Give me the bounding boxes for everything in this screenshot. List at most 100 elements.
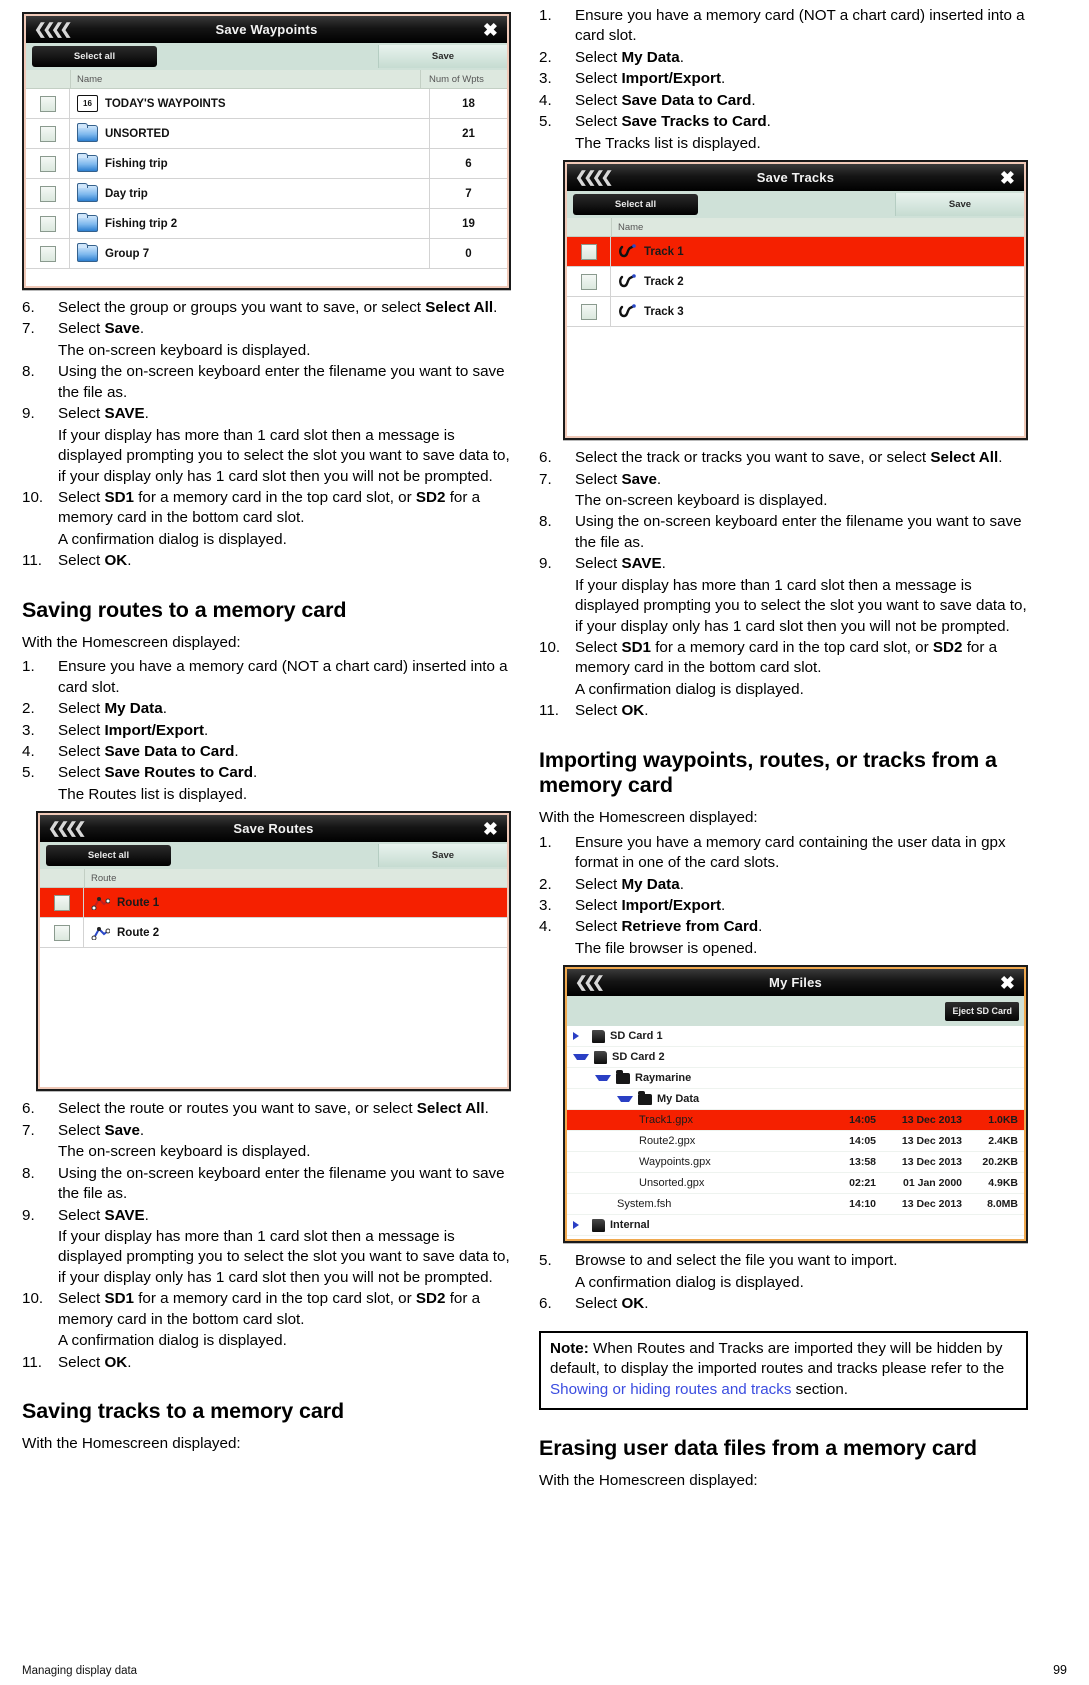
- select-all-button[interactable]: Select all: [46, 845, 171, 867]
- table-row[interactable]: Route 1: [40, 888, 507, 919]
- step-text: Select Retrieve from Card.: [575, 918, 763, 936]
- tree-row[interactable]: Track1.gpx 14:05 13 Dec 2013 1.0KB: [567, 1110, 1024, 1132]
- save-button[interactable]: Save: [895, 193, 1024, 217]
- table-row[interactable]: UNSORTED 21: [26, 119, 507, 149]
- row-checkbox-cell[interactable]: [40, 888, 84, 918]
- track-name: Track 2: [644, 275, 684, 288]
- step-number: 1.: [539, 833, 552, 851]
- chevron-right-icon[interactable]: [573, 1032, 587, 1041]
- step-number: 6.: [539, 449, 552, 467]
- file-size: 20.2KB: [982, 1156, 1018, 1169]
- left-column: ❮❮❮❮ Save Waypoints ✖ Select all Save Na…: [22, 6, 511, 1459]
- step-10-note: A confirmation dialog is displayed.: [575, 680, 804, 698]
- table-row[interactable]: Day trip 7: [26, 179, 507, 209]
- checkbox-icon[interactable]: [39, 245, 56, 262]
- note-cross-reference-link[interactable]: Showing or hiding routes and tracks: [550, 1381, 791, 1398]
- tree-row[interactable]: Waypoints.gpx 13:58 13 Dec 2013 20.2KB: [567, 1152, 1024, 1174]
- table-row[interactable]: Fishing trip 2 19: [26, 209, 507, 239]
- checkbox-icon[interactable]: [53, 924, 70, 941]
- tree-row[interactable]: Unsorted.gpx 02:21 01 Jan 2000 4.9KB: [567, 1173, 1024, 1195]
- chevron-down-icon[interactable]: [595, 1075, 611, 1082]
- table-row[interactable]: Track 1: [567, 237, 1024, 268]
- row-checkbox-cell[interactable]: [26, 119, 70, 148]
- file-time: 14:10: [849, 1198, 876, 1211]
- table-row[interactable]: Track 2: [567, 267, 1024, 298]
- step-text: Select Save.: [58, 1121, 145, 1139]
- tree-row[interactable]: SD Card 2: [567, 1047, 1024, 1069]
- table-row[interactable]: Track 3: [567, 297, 1024, 328]
- file-time: 14:05: [849, 1114, 876, 1127]
- tree-row[interactable]: Route2.gpx 14:05 13 Dec 2013 2.4KB: [567, 1131, 1024, 1153]
- save-button[interactable]: Save: [378, 45, 507, 68]
- tree-row-label: SD Card 2: [567, 1050, 665, 1064]
- track-name: Track 3: [644, 305, 684, 318]
- step-5: 5. Select Save Tracks to Card.: [539, 112, 1028, 132]
- tree-row-label: Route2.gpx: [567, 1135, 695, 1147]
- file-date: 13 Dec 2013: [901, 1156, 962, 1169]
- tree-row[interactable]: SD Card 1: [567, 1026, 1024, 1048]
- chevron-down-icon[interactable]: [573, 1054, 589, 1061]
- checkbox-icon[interactable]: [580, 273, 597, 290]
- waypoint-group-list: 16 TODAY'S WAYPOINTS 18 UNSORTED 21 Fish…: [26, 89, 507, 286]
- toolbar: Select all Save: [567, 191, 1024, 219]
- row-checkbox-cell[interactable]: [40, 918, 84, 948]
- tree-row[interactable]: My Data: [567, 1089, 1024, 1111]
- checkbox-icon[interactable]: [39, 185, 56, 202]
- step-number: 4.: [22, 743, 35, 761]
- step-text: Select OK.: [58, 552, 132, 570]
- file-size: 8.0MB: [987, 1198, 1018, 1211]
- row-checkbox-cell[interactable]: [567, 297, 611, 327]
- row-name-cell: Track 1: [611, 244, 1024, 259]
- tree-row-label: Internal: [567, 1218, 650, 1232]
- table-row[interactable]: Fishing trip 6: [26, 149, 507, 179]
- table-row[interactable]: 16 TODAY'S WAYPOINTS 18: [26, 89, 507, 119]
- step-text: Select Save Data to Card.: [58, 743, 239, 761]
- step-10: 10. Select SD1 for a memory card in the t…: [539, 638, 1028, 679]
- folder-icon: [77, 153, 98, 172]
- screen-title: Save Routes: [233, 821, 314, 837]
- chevron-right-icon[interactable]: [573, 1221, 587, 1230]
- checkbox-icon[interactable]: [580, 243, 597, 260]
- step-9: 9. Select SAVE.: [539, 554, 1028, 574]
- checkbox-icon[interactable]: [580, 303, 597, 320]
- table-row[interactable]: Group 7 0: [26, 239, 507, 269]
- tracks-steps-list-4: 10. Select SD1 for a memory card in the t…: [539, 638, 1028, 679]
- select-all-button[interactable]: Select all: [32, 46, 157, 67]
- step-text: Using the on-screen keyboard enter the f…: [58, 1164, 505, 1203]
- row-checkbox-cell[interactable]: [26, 239, 70, 268]
- erasing-heading: Erasing user data files from a memory ca…: [539, 1435, 977, 1460]
- row-checkbox-cell[interactable]: [567, 237, 611, 267]
- routes-steps-list-3: 8. Using the on-screen keyboard enter the…: [22, 1164, 511, 1226]
- row-checkbox-cell[interactable]: [26, 89, 70, 118]
- step-number: 6.: [22, 299, 35, 316]
- row-checkbox-cell[interactable]: [26, 179, 70, 208]
- select-all-button[interactable]: Select all: [573, 194, 698, 216]
- save-button[interactable]: Save: [378, 844, 507, 868]
- table-row[interactable]: Route 2: [40, 918, 507, 949]
- row-name-cell: UNSORTED: [70, 123, 429, 142]
- step-7: 7. Select Save.: [539, 470, 1028, 490]
- route-name: Route 1: [117, 896, 160, 909]
- chevron-down-icon[interactable]: [617, 1096, 633, 1103]
- row-checkbox-cell[interactable]: [567, 267, 611, 297]
- waypoint-count: 7: [429, 179, 507, 208]
- routes-steps-list-4: 10. Select SD1 for a memory card in the t…: [22, 1289, 511, 1330]
- tree-row[interactable]: System.fsh 14:10 13 Dec 2013 8.0MB: [567, 1194, 1024, 1216]
- checkbox-icon[interactable]: [53, 894, 70, 911]
- checkbox-icon[interactable]: [39, 95, 56, 112]
- step-2: 2. Select My Data.: [539, 875, 1028, 895]
- step-number: 3.: [22, 721, 35, 739]
- tree-row[interactable]: Internal: [567, 1215, 1024, 1237]
- save-waypoints-screenshot: ❮❮❮❮ Save Waypoints ✖ Select all Save Na…: [22, 12, 511, 290]
- step-text: Select Save Routes to Card.: [58, 764, 258, 782]
- row-checkbox-cell[interactable]: [26, 209, 70, 238]
- num-waypoints-column-header: Num of Wpts: [420, 70, 507, 88]
- row-checkbox-cell[interactable]: [26, 149, 70, 178]
- eject-sd-card-button[interactable]: Eject SD Card: [945, 1001, 1019, 1021]
- checkbox-icon[interactable]: [39, 215, 56, 232]
- checkbox-icon[interactable]: [39, 125, 56, 142]
- importing-step-4-note: The file browser is opened.: [575, 939, 758, 957]
- checkbox-icon[interactable]: [39, 155, 56, 172]
- tree-row[interactable]: Raymarine: [567, 1068, 1024, 1090]
- track-list: Track 1 Track 2 Track 3: [567, 237, 1024, 437]
